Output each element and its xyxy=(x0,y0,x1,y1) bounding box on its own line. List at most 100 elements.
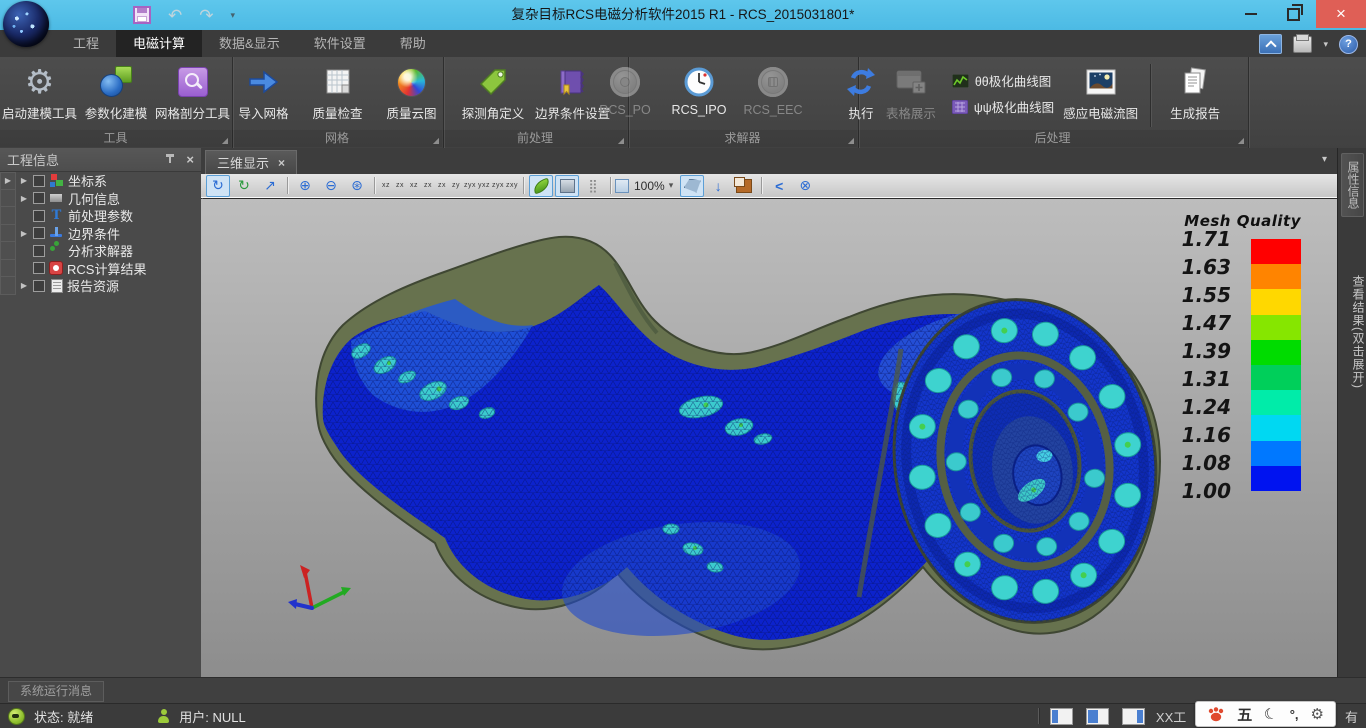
ime-gear-icon[interactable]: ⚙ xyxy=(1311,705,1324,723)
properties-panel-tab[interactable]: 属性信息 xyxy=(1341,153,1364,217)
app-logo[interactable] xyxy=(3,1,49,47)
expander-icon[interactable]: ▶ xyxy=(3,176,13,185)
view-preset-icon[interactable]: zx xyxy=(394,177,407,195)
launch-modeling-tool-button[interactable]: ⚙ 启动建模工具 xyxy=(0,58,79,129)
rcs-ipo-button[interactable]: RCS_IPO xyxy=(662,58,736,129)
region-select-icon[interactable] xyxy=(680,175,704,197)
panel-close-icon[interactable]: × xyxy=(186,152,194,167)
tab-em-compute[interactable]: 电磁计算 xyxy=(116,30,202,57)
quality-cloud-button[interactable]: 质量云图 xyxy=(375,58,449,129)
tab-3d-display[interactable]: 三维显示 × xyxy=(205,150,297,174)
view-preset-icon[interactable]: zx xyxy=(436,177,449,195)
expander-icon[interactable]: ▶ xyxy=(19,281,29,290)
checkbox[interactable] xyxy=(33,175,45,187)
generate-report-button[interactable]: 生成报告 xyxy=(1158,58,1232,129)
probe-angle-button[interactable]: 探测角定义 xyxy=(456,58,530,129)
ime-wubi-label[interactable]: 五 xyxy=(1237,704,1252,725)
induced-current-map-button[interactable]: 感应电磁流图 xyxy=(1058,58,1143,129)
tab-project[interactable]: 工程 xyxy=(56,30,116,57)
minimize-button[interactable] xyxy=(1232,0,1270,28)
view-preset-icon[interactable]: zyx xyxy=(492,177,505,195)
rcs-eec-button[interactable]: RCS_EEC xyxy=(736,58,810,129)
results-panel-tab[interactable]: 查看结果(双击展开) xyxy=(1338,275,1366,389)
zoom-level-value[interactable]: 100% xyxy=(634,179,665,193)
flat-mode-icon[interactable] xyxy=(555,175,579,197)
import-mesh-button[interactable]: 导入网格 xyxy=(227,58,301,129)
boundary-icon xyxy=(49,226,64,240)
collapse-ribbon-button[interactable] xyxy=(1259,34,1282,54)
status-text: 状态: 就绪 xyxy=(34,707,93,726)
tree-item-coordinate-system[interactable]: ▶ 坐标系 xyxy=(17,172,201,190)
tree-item-rcs-results[interactable]: RCS计算结果 xyxy=(17,260,201,278)
expander-icon[interactable]: ▶ xyxy=(19,176,29,185)
pan-tool-icon[interactable]: ↗ xyxy=(258,175,282,197)
device-icon[interactable] xyxy=(1293,36,1312,53)
system-messages-tab[interactable]: 系统运行消息 xyxy=(8,681,104,702)
theta-polarization-curve-button[interactable]: θθ极化曲线图 xyxy=(948,71,1058,90)
tree-item-analysis-solver[interactable]: 分析求解器 xyxy=(17,242,201,260)
tab-overflow-icon[interactable]: ▾ xyxy=(1322,154,1327,165)
legend-value: 1.71 xyxy=(1173,228,1231,250)
tree-item-report-resources[interactable]: ▶ 报告资源 xyxy=(17,277,201,295)
tree-item-geometry-info[interactable]: ▶ 几何信息 xyxy=(17,190,201,208)
tab-settings[interactable]: 软件设置 xyxy=(297,30,383,57)
tree-item-preprocess-params[interactable]: T 前处理参数 xyxy=(17,207,201,225)
shaded-mode-icon[interactable] xyxy=(529,175,553,197)
checkbox[interactable] xyxy=(33,245,45,257)
tab-close-icon[interactable]: × xyxy=(278,156,285,170)
checkbox[interactable] xyxy=(33,262,45,274)
checkbox[interactable] xyxy=(33,210,45,222)
zoom-dropdown-icon[interactable]: ▾ xyxy=(669,180,674,191)
coordinate-system-icon xyxy=(49,174,64,188)
view-preset-icon[interactable]: yxz xyxy=(478,177,491,195)
zoom-in-icon[interactable]: ⊕ xyxy=(293,175,317,197)
expander-icon[interactable]: ▶ xyxy=(19,194,29,203)
expander-icon[interactable]: ▶ xyxy=(19,229,29,238)
checkbox[interactable] xyxy=(33,227,45,239)
close-view-icon[interactable]: ⊗ xyxy=(793,175,817,197)
close-button[interactable]: × xyxy=(1316,0,1366,28)
layout-left-panel-icon[interactable] xyxy=(1050,708,1073,725)
quality-check-button[interactable]: 质量检查 xyxy=(301,58,375,129)
layout-right-panel-icon[interactable] xyxy=(1122,708,1145,725)
flow-icon[interactable]: < xyxy=(767,175,791,197)
axis-triad-icon xyxy=(288,565,351,609)
checkbox[interactable] xyxy=(33,192,45,204)
ribbon-group-solver: RCS_PO RCS_IPO RCS_EEC xyxy=(628,57,859,148)
view-preset-icon[interactable]: xz xyxy=(380,177,393,195)
ime-punct-label[interactable]: °, xyxy=(1290,707,1299,722)
points-mode-icon[interactable]: ⣿ xyxy=(581,175,605,197)
checkbox[interactable] xyxy=(33,280,45,292)
view-preset-icon[interactable]: zyx xyxy=(464,177,477,195)
download-view-icon[interactable]: ↓ xyxy=(706,175,730,197)
mesh-partition-tool-button[interactable]: 网格剖分工具 xyxy=(153,58,232,129)
restore-button[interactable] xyxy=(1274,0,1312,28)
ime-moon-icon[interactable]: ☾ xyxy=(1262,704,1280,725)
view-preset-icon[interactable]: zx xyxy=(422,177,435,195)
layout-split-panel-icon[interactable] xyxy=(1086,708,1109,725)
device-dropdown-icon[interactable]: ▾ xyxy=(1323,39,1328,50)
view-preset-icon[interactable]: zxy xyxy=(506,177,519,195)
right-dock-strip: 属性信息 查看结果(双击展开) xyxy=(1337,148,1366,677)
help-icon[interactable]: ? xyxy=(1339,35,1358,54)
psi-polarization-curve-button[interactable]: ψψ极化曲线图 xyxy=(948,97,1058,116)
copy-image-icon[interactable] xyxy=(732,175,756,197)
table-display-button[interactable]: 表格展示 xyxy=(874,58,948,129)
ime-paw-icon[interactable] xyxy=(1207,706,1225,722)
tab-data-display[interactable]: 数据&显示 xyxy=(202,30,297,57)
zoom-fit-icon[interactable]: ⊛ xyxy=(345,175,369,197)
orbit-tool-icon[interactable]: ↻ xyxy=(232,175,256,197)
parametric-modeling-button[interactable]: 参数化建模 xyxy=(79,58,153,129)
rotate-tool-icon[interactable]: ↻ xyxy=(206,175,230,197)
viewport-3d-canvas[interactable]: Mesh Quality 1.71 1.63 1.55 1.47 xyxy=(201,199,1337,677)
zoom-out-icon[interactable]: ⊖ xyxy=(319,175,343,197)
project-info-panel: 工程信息 × ▶ ▶ 坐标系 ▶ 几何信息 xyxy=(0,148,202,677)
rcs-po-button[interactable]: RCS_PO xyxy=(588,58,662,129)
view-preset-icon[interactable]: zy xyxy=(450,177,463,195)
view-preset-icon[interactable]: xz xyxy=(408,177,421,195)
project-tree: ▶ 坐标系 ▶ 几何信息 T 前处理参数 ▶ 边界条件 xyxy=(17,172,201,295)
tree-item-boundary-conditions[interactable]: ▶ 边界条件 xyxy=(17,225,201,243)
tab-help[interactable]: 帮助 xyxy=(383,30,443,57)
document-icon xyxy=(51,279,63,293)
pin-icon[interactable] xyxy=(164,154,176,166)
